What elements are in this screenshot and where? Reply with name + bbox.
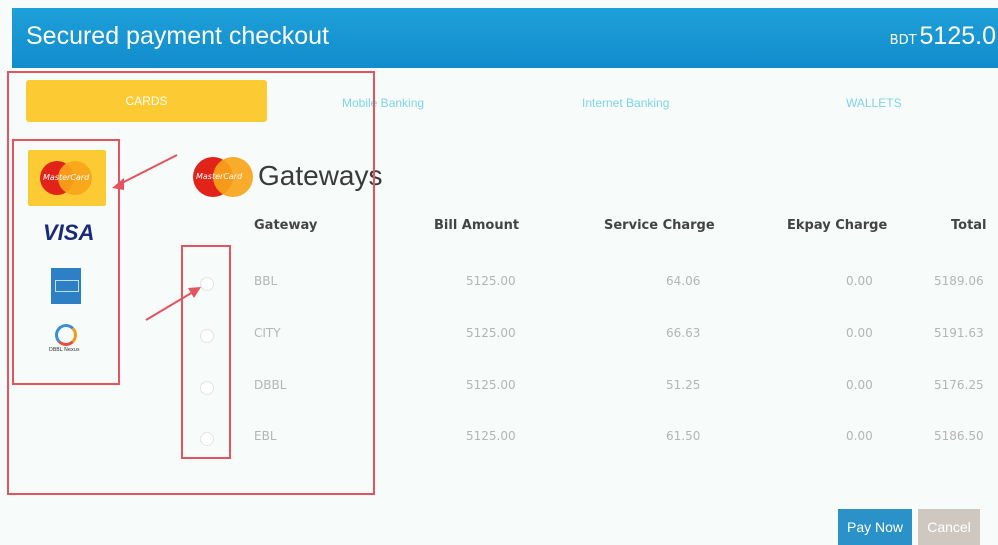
gateway-radio-bbl[interactable] [200,277,214,291]
gateways-title: Gateways [258,160,383,191]
tab-internet-banking[interactable]: Internet Banking [582,96,669,110]
table-cell: 5125.00 [466,378,516,392]
table-cell: 5189.06 [934,274,984,288]
card-option-amex[interactable] [51,268,81,304]
table-cell: 0.00 [846,378,873,392]
mastercard-icon-text: MasterCard [43,173,90,182]
tab-cards[interactable]: CARDS [26,80,267,122]
table-cell: EBL [254,429,277,443]
tab-wallets[interactable]: WALLETS [846,96,902,110]
dbbl-nexus-icon [55,324,77,346]
card-option-dbbl-nexus[interactable]: DBBL Nexus [46,322,82,358]
table-cell: 5125.00 [466,429,516,443]
table-cell: 5176.25 [934,378,984,392]
gateway-radio-city[interactable] [200,329,214,343]
annotation-arrowhead-cards [112,178,124,190]
gateway-radio-dbbl[interactable] [200,381,214,395]
annotation-arrow-cards [117,154,178,186]
table-cell: 0.00 [846,429,873,443]
tab-mobile-banking[interactable]: Mobile Banking [342,96,424,110]
page-title: Secured payment checkout [26,22,329,50]
table-cell: 61.50 [666,429,701,443]
col-bill-amount: Bill Amount [434,218,520,233]
currency-label: BDT [889,33,917,48]
table-cell: 51.25 [666,378,701,392]
table-cell: 66.63 [666,326,701,340]
table-cell: 0.00 [846,274,873,288]
amount-value: 5125.0 [919,22,996,50]
card-option-visa[interactable]: VISA [43,220,94,246]
table-cell: 5186.50 [934,429,984,443]
table-cell: 5125.00 [466,326,516,340]
selected-card-brand-text: MasterCard [196,172,243,181]
gateway-radio-ebl[interactable] [200,432,214,446]
col-ekpay-charge: Ekpay Charge [787,218,888,233]
mastercard-icon: MasterCard [40,161,92,195]
cancel-button[interactable]: Cancel [918,509,980,545]
col-service-charge: Service Charge [604,218,715,233]
annotation-arrow-radios [145,291,194,321]
annotation-arrowhead-radios [188,287,201,298]
amex-icon [55,280,79,292]
table-cell: 5125.00 [466,274,516,288]
col-total: Total [951,218,987,233]
checkout-header: Secured payment checkout BDT 5125.0 [12,8,998,68]
table-cell: 64.06 [666,274,701,288]
table-cell: 0.00 [846,326,873,340]
table-cell: DBBL [254,378,287,392]
card-option-mastercard[interactable]: MasterCard [28,150,106,206]
dbbl-nexus-label: DBBL Nexus [49,347,80,353]
table-cell: CITY [254,326,281,340]
table-cell: BBL [254,274,278,288]
pay-now-button[interactable]: Pay Now [838,509,912,545]
table-cell: 5191.63 [934,326,984,340]
total-amount: BDT 5125.0 [890,22,996,51]
col-gateway: Gateway [254,218,318,233]
